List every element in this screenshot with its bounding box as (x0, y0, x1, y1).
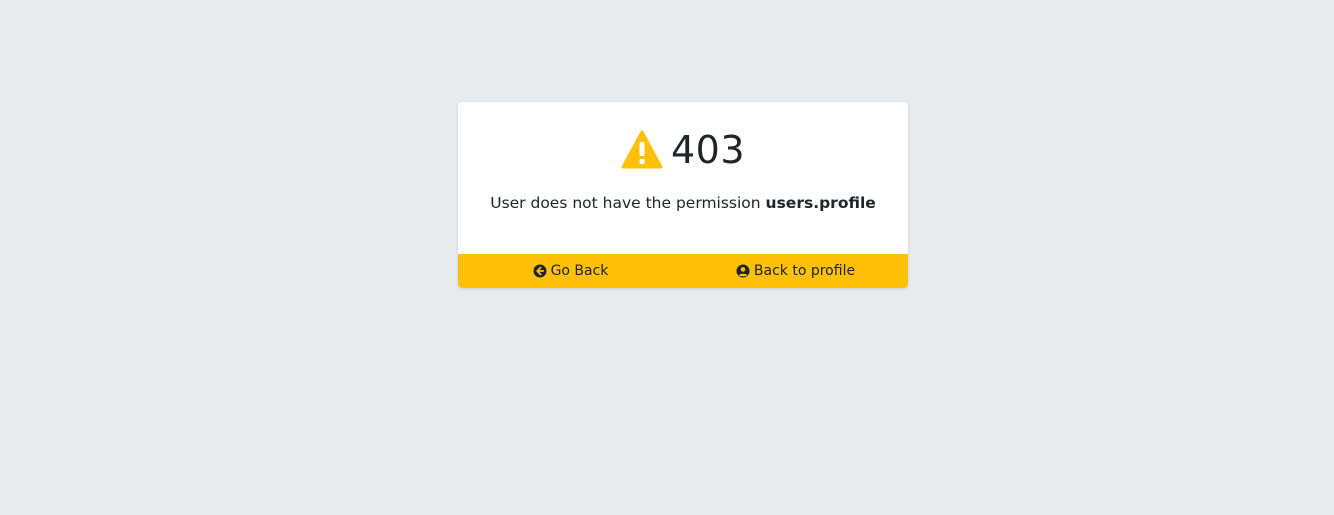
error-heading: 403 (458, 102, 908, 172)
go-back-button[interactable]: Go Back (458, 254, 683, 288)
error-card-body: 403 User does not have the permission us… (458, 102, 908, 254)
error-code: 403 (670, 128, 746, 172)
permission-name: users.profile (765, 194, 876, 212)
warning-icon (621, 130, 663, 170)
go-back-label: Go Back (550, 263, 609, 279)
arrow-circle-left-icon (533, 264, 547, 278)
user-circle-icon (736, 264, 750, 278)
error-message-text: User does not have the permission (490, 194, 766, 212)
error-message: User does not have the permission users.… (458, 192, 908, 214)
card-footer: Go Back Back to profile (458, 254, 908, 288)
back-to-profile-label: Back to profile (753, 263, 856, 279)
error-card: 403 User does not have the permission us… (458, 102, 908, 288)
back-to-profile-button[interactable]: Back to profile (683, 254, 908, 288)
